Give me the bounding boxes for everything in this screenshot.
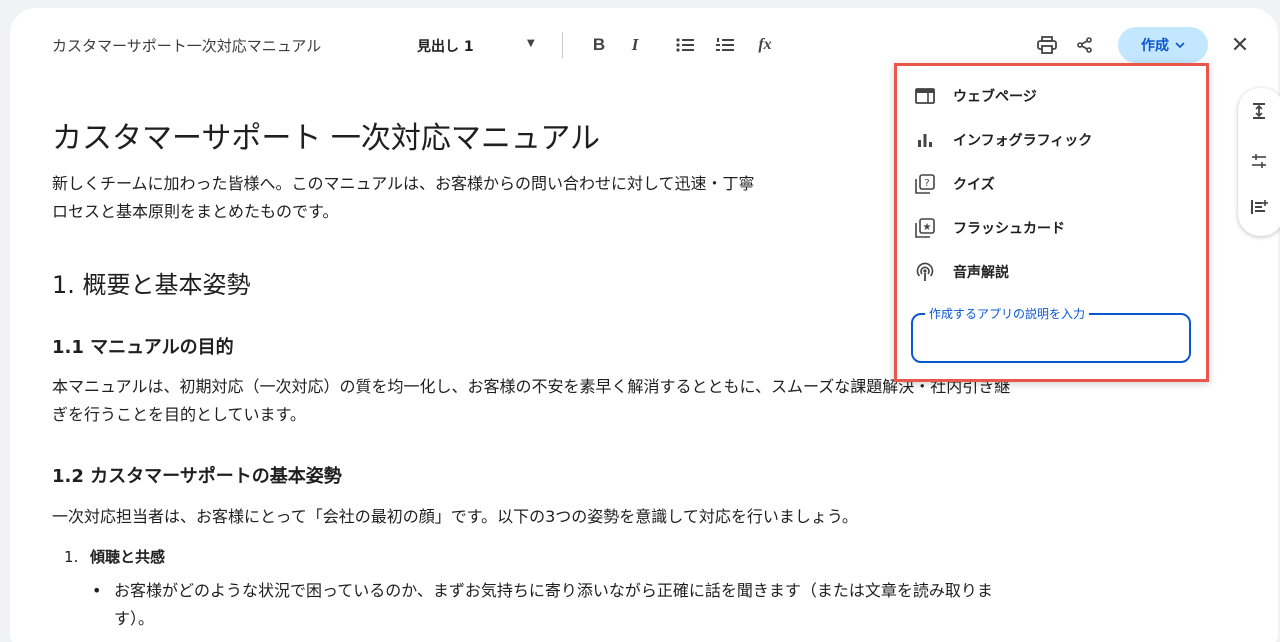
section-1-2-line: 一次対応担当者は、お客様にとって「会社の最初の顔」です。以下の3つの姿勢を意識し… <box>52 507 858 526</box>
menu-item-flashcard[interactable]: ★ フラッシュカード <box>897 206 1206 250</box>
expand-vertical-icon <box>1253 103 1265 119</box>
tune-icon <box>1252 154 1266 168</box>
bullet-dot: • <box>92 581 102 600</box>
list-number: 1. <box>64 548 79 566</box>
add-note-button[interactable] <box>1246 194 1272 220</box>
document-title: カスタマーサポート 一次対応マニュアル <box>52 121 601 156</box>
section-1-1-line-2: ぎを行うことを目的としています。 <box>52 405 306 424</box>
quiz-icon: ? <box>913 172 937 196</box>
list-item-label: 傾聴と共感 <box>90 548 166 566</box>
menu-item-audio-overview[interactable]: 音声解説 <box>897 250 1206 294</box>
menu-item-infographic[interactable]: インフォグラフィック <box>897 118 1206 162</box>
close-icon: ✕ <box>1230 32 1250 58</box>
caret-down-icon[interactable]: ▼ <box>527 38 535 49</box>
menu-item-label: インフォグラフィック <box>953 133 1093 149</box>
bold-button[interactable]: B <box>584 30 614 60</box>
print-button[interactable] <box>1032 30 1062 60</box>
bar-chart-icon <box>913 128 937 152</box>
bulleted-list-button[interactable] <box>670 30 700 60</box>
chevron-down-icon <box>1175 42 1185 48</box>
share-button[interactable] <box>1070 30 1100 60</box>
create-menu: ウェブページ インフォグラフィック ? クイズ ★ フラッシュカード 音声解説 … <box>894 63 1209 382</box>
svg-text:★: ★ <box>923 222 932 233</box>
document-name[interactable]: カスタマーサポート一次対応マニュアル <box>52 35 321 56</box>
bullet-line-1: お客様がどのような状況で困っているのか、まずお気持ちに寄り添いながら正確に話を聞… <box>114 581 993 600</box>
numbered-list-button[interactable] <box>710 30 740 60</box>
bulleted-list-icon <box>676 38 694 52</box>
italic-button[interactable]: I <box>620 30 650 60</box>
svg-text:?: ? <box>924 178 929 189</box>
numbered-list-icon <box>716 38 734 51</box>
print-icon <box>1037 36 1057 54</box>
podcast-icon <box>913 260 937 284</box>
app-description-label: 作成するアプリの説明を入力 <box>925 305 1090 322</box>
bullet-line-2: す）。 <box>114 609 155 628</box>
heading-style-select[interactable]: 見出し 1 <box>417 36 474 56</box>
share-icon <box>1077 37 1092 53</box>
tune-button[interactable] <box>1246 148 1272 174</box>
menu-item-label: フラッシュカード <box>953 221 1065 237</box>
formula-button[interactable]: fx <box>750 30 780 60</box>
app-description-input[interactable]: 作成するアプリの説明を入力 <box>911 305 1191 363</box>
side-rail <box>1238 88 1280 236</box>
section-heading-1-2: 1.2 カスタマーサポートの基本姿勢 <box>52 466 342 487</box>
add-note-icon <box>1251 200 1268 214</box>
section-heading-1-1: 1.1 マニュアルの目的 <box>52 337 234 358</box>
menu-item-label: クイズ <box>953 177 995 193</box>
section-heading-1: 1. 概要と基本姿勢 <box>52 271 251 299</box>
menu-item-label: 音声解説 <box>953 265 1009 281</box>
close-button[interactable]: ✕ <box>1225 30 1255 60</box>
menu-item-webpage[interactable]: ウェブページ <box>897 74 1206 118</box>
expand-vertical-button[interactable] <box>1246 98 1272 124</box>
flashcard-icon: ★ <box>913 216 937 240</box>
create-button-label: 作成 <box>1141 38 1169 54</box>
webpage-icon <box>913 84 937 108</box>
menu-item-quiz[interactable]: ? クイズ <box>897 162 1206 206</box>
menu-item-label: ウェブページ <box>953 89 1037 105</box>
create-button[interactable]: 作成 <box>1118 27 1208 63</box>
toolbar-divider <box>562 32 563 58</box>
